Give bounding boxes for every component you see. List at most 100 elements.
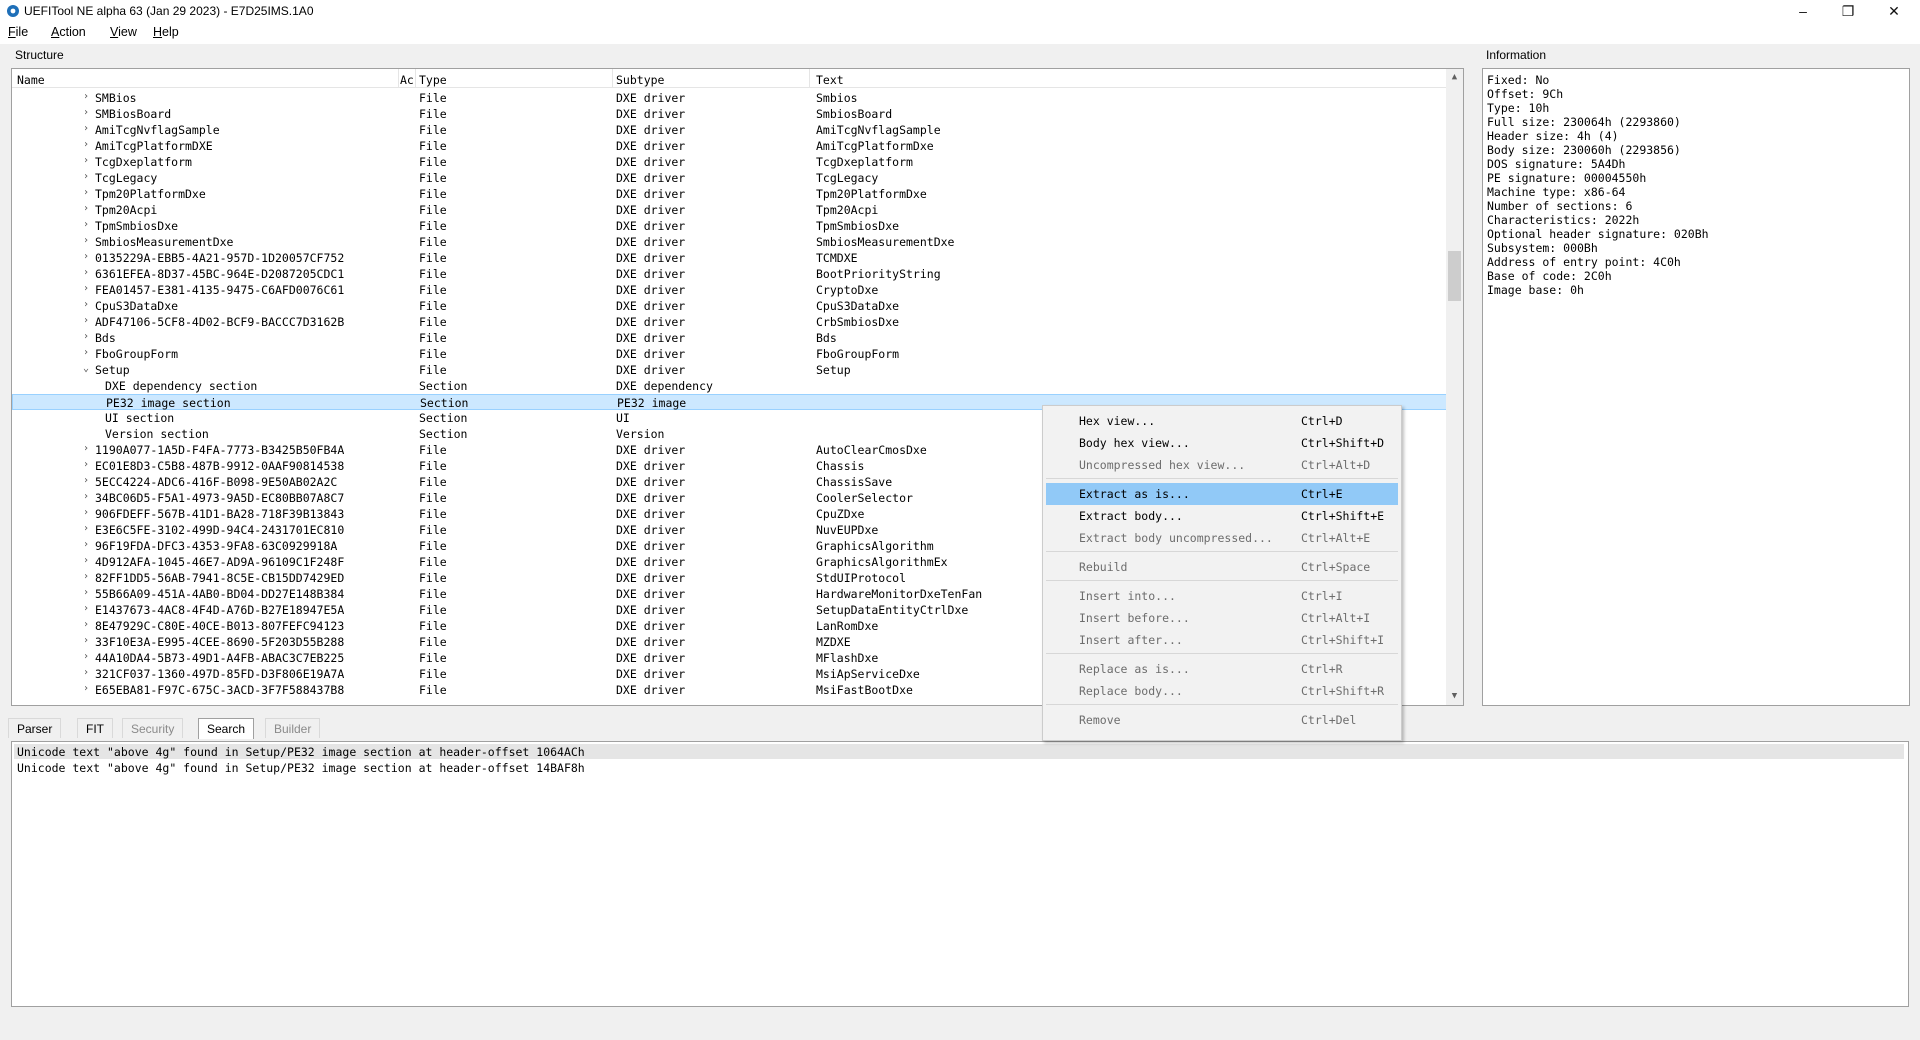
expand-arrow-icon[interactable]: › [83, 667, 93, 678]
tree-cell-name: SMBiosBoard [95, 107, 172, 121]
tree-cell-type: File [419, 299, 447, 313]
close-button[interactable]: ✕ [1872, 0, 1916, 22]
tree-row[interactable]: › SMBiosBoard File DXE driver SmbiosBoard [12, 106, 1448, 122]
information-line: Body size: 230060h (2293856) [1487, 143, 1681, 157]
tree-row[interactable]: › ADF47106-5CF8-4D02-BCF9-BACCC7D3162B Fil… [12, 314, 1448, 330]
col-subtype[interactable]: Subtype [616, 73, 664, 87]
expand-arrow-icon[interactable]: › [83, 219, 93, 230]
tree-row[interactable]: › AmiTcgPlatformDXE File DXE driver AmiTcgPl… [12, 138, 1448, 154]
menu-separator [1046, 580, 1398, 581]
expand-arrow-icon[interactable]: › [83, 91, 93, 102]
expand-arrow-icon[interactable]: › [83, 507, 93, 518]
tree-row[interactable]: › TcgDxeplatform File DXE driver TcgDxeplatf… [12, 154, 1448, 170]
tree-row[interactable]: ⌄ Setup File DXE driver Setup [12, 362, 1448, 378]
expand-arrow-icon[interactable]: › [83, 123, 93, 134]
tree-cell-subtype: DXE driver [616, 619, 686, 633]
tab-parser[interactable]: Parser [8, 718, 62, 738]
minimize-button[interactable]: – [1781, 0, 1825, 22]
expand-arrow-icon[interactable]: › [83, 491, 93, 502]
expand-arrow-icon[interactable]: › [83, 267, 93, 278]
menu-help[interactable]: Help [153, 25, 179, 39]
tree-cell-text: Setup [816, 363, 851, 377]
expand-arrow-icon[interactable]: › [83, 171, 93, 182]
collapse-arrow-icon[interactable]: ⌄ [83, 363, 93, 374]
tree-cell-type: File [419, 267, 447, 281]
expand-arrow-icon[interactable]: › [83, 539, 93, 550]
tree-cell-text: CpuZDxe [816, 507, 865, 521]
expand-arrow-icon[interactable]: › [83, 619, 93, 630]
expand-arrow-icon[interactable]: › [83, 139, 93, 150]
expand-arrow-icon[interactable]: › [83, 251, 93, 262]
menu-item-extract-as-is[interactable]: Extract as is... Ctrl+E [1046, 483, 1398, 505]
scroll-up-arrow-icon[interactable]: ▲ [1446, 69, 1463, 86]
expand-arrow-icon[interactable]: › [83, 571, 93, 582]
menu-item-hex-view[interactable]: Hex view... Ctrl+D [1046, 410, 1398, 432]
menu-item-shortcut: Ctrl+Shift+D [1301, 436, 1385, 450]
tab-search[interactable]: Search [198, 718, 255, 739]
tree-cell-type: File [419, 651, 447, 665]
expand-arrow-icon[interactable]: › [83, 283, 93, 294]
expand-arrow-icon[interactable]: › [83, 603, 93, 614]
result-row[interactable]: Unicode text "above 4g" found in Setup/P… [14, 760, 1904, 775]
tree-cell-name: 1190A077-1A5D-F4FA-7773-B3425B50FB4A [95, 443, 345, 457]
tree-row[interactable]: › AmiTcgNvflagSample File DXE driver AmiTcgN… [12, 122, 1448, 138]
tree-row[interactable]: › 0135229A-EBB5-4A21-957D-1D20057CF752 Fil… [12, 250, 1448, 266]
expand-arrow-icon[interactable]: › [83, 299, 93, 310]
expand-arrow-icon[interactable]: › [83, 203, 93, 214]
tree-cell-type: File [419, 155, 447, 169]
tree-row[interactable]: › FEA01457-E381-4135-9475-C6AFD0076C61 Fil… [12, 282, 1448, 298]
menu-item-label: Rebuild [1079, 560, 1128, 574]
tree-row[interactable]: › Tpm20Acpi File DXE driver Tpm20Acpi [12, 202, 1448, 218]
tree-vertical-scrollbar[interactable]: ▲ ▼ [1446, 69, 1463, 705]
expand-arrow-icon[interactable]: › [83, 475, 93, 486]
menu-item-extract-body[interactable]: Extract body... Ctrl+Shift+E [1046, 505, 1398, 527]
expand-arrow-icon[interactable]: › [83, 683, 93, 694]
window-title: UEFITool NE alpha 63 (Jan 29 2023) - E7D… [24, 4, 314, 18]
menu-action[interactable]: Action [51, 25, 86, 39]
col-text[interactable]: Text [816, 73, 844, 87]
expand-arrow-icon[interactable]: › [83, 155, 93, 166]
expand-arrow-icon[interactable]: › [83, 315, 93, 326]
tree-cell-name: FEA01457-E381-4135-9475-C6AFD0076C61 [95, 283, 345, 297]
menu-item-label: Extract body uncompressed... [1079, 531, 1273, 545]
expand-arrow-icon[interactable]: › [83, 587, 93, 598]
result-row[interactable]: Unicode text "above 4g" found in Setup/P… [14, 744, 1904, 759]
col-type[interactable]: Type [419, 73, 447, 87]
tree-row[interactable]: › Bds File DXE driver Bds [12, 330, 1448, 346]
expand-arrow-icon[interactable]: › [83, 555, 93, 566]
menu-file[interactable]: File [8, 25, 28, 39]
scroll-thumb[interactable] [1448, 251, 1461, 301]
restore-button[interactable]: ❐ [1826, 0, 1870, 22]
tree-cell-name: E3E6C5FE-3102-499D-94C4-2431701EC810 [95, 523, 345, 537]
expand-arrow-icon[interactable]: › [83, 443, 93, 454]
tree-row[interactable]: › FboGroupForm File DXE driver FboGroupForm [12, 346, 1448, 362]
expand-arrow-icon[interactable]: › [83, 331, 93, 342]
tree-row[interactable]: › CpuS3DataDxe File DXE driver CpuS3DataDxe [12, 298, 1448, 314]
tree-cell-type: File [419, 587, 447, 601]
menu-view[interactable]: View [110, 25, 137, 39]
tree-cell-type: File [419, 331, 447, 345]
search-results-list[interactable]: Unicode text "above 4g" found in Setup/P… [11, 741, 1909, 1007]
expand-arrow-icon[interactable]: › [83, 107, 93, 118]
expand-arrow-icon[interactable]: › [83, 347, 93, 358]
expand-arrow-icon[interactable]: › [83, 187, 93, 198]
expand-arrow-icon[interactable]: › [83, 459, 93, 470]
tree-row[interactable]: › TcgLegacy File DXE driver TcgLegacy [12, 170, 1448, 186]
tree-row[interactable]: › Tpm20PlatformDxe File DXE driver Tpm20Plat… [12, 186, 1448, 202]
tree-row[interactable]: › TpmSmbiosDxe File DXE driver TpmSmbiosDxe [12, 218, 1448, 234]
tab-fit[interactable]: FIT [77, 718, 113, 738]
expand-arrow-icon[interactable]: › [83, 635, 93, 646]
tree-row[interactable]: › SmbiosMeasurementDxe File DXE driver Smbio… [12, 234, 1448, 250]
tree-row[interactable]: › 6361EFEA-8D37-45BC-964E-D2087205CDC1 Fil… [12, 266, 1448, 282]
expand-arrow-icon[interactable]: › [83, 523, 93, 534]
information-panel[interactable]: Fixed: No Offset: 9Ch Type: 10h Full size: … [1482, 68, 1910, 706]
expand-arrow-icon[interactable]: › [83, 235, 93, 246]
scroll-down-arrow-icon[interactable]: ▼ [1446, 688, 1463, 705]
tree-row[interactable]: › SMBios File DXE driver Smbios [12, 90, 1448, 106]
tree-row[interactable]: DXE dependency section Section DXE depende… [12, 378, 1448, 394]
tree-cell-type: File [419, 635, 447, 649]
expand-arrow-icon[interactable]: › [83, 651, 93, 662]
col-name[interactable]: Name [17, 73, 45, 87]
menu-item-body-hex-view[interactable]: Body hex view... Ctrl+Shift+D [1046, 432, 1398, 454]
col-action[interactable]: Ac [400, 73, 414, 87]
